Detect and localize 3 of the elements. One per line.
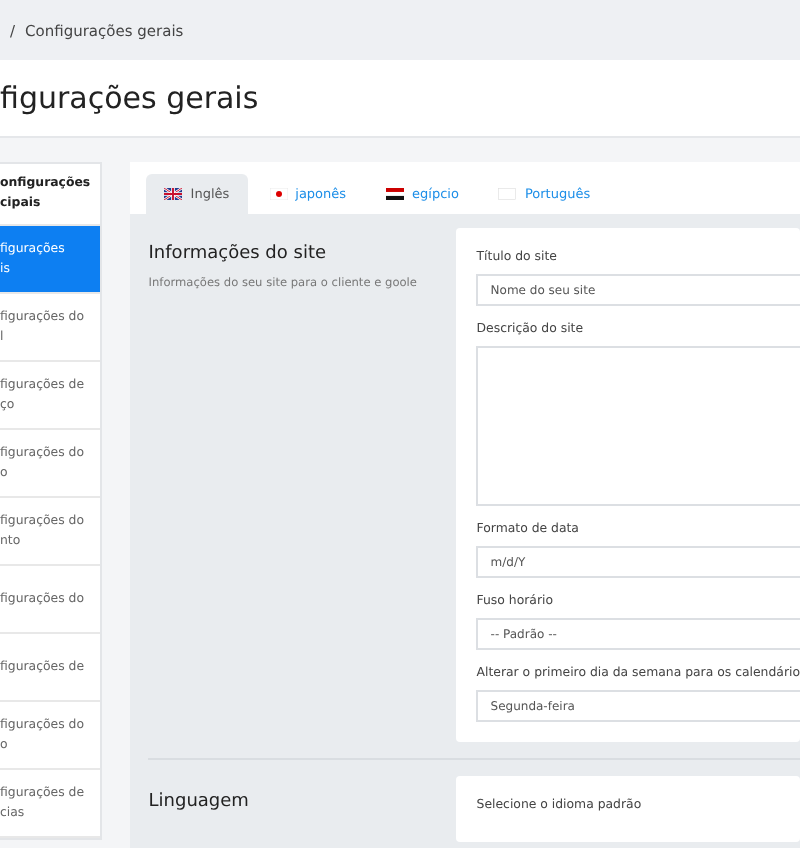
page-title: figurações gerais [0, 80, 259, 116]
section-title: Informações do site [148, 244, 329, 264]
section-title: Linguagem [148, 792, 251, 812]
